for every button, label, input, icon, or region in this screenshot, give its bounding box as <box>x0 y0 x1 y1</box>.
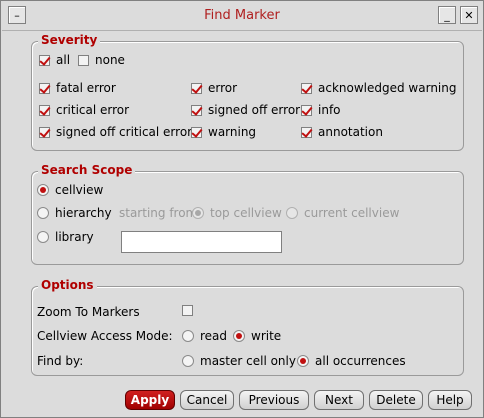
radio-icon <box>233 330 245 342</box>
scope-library-radio[interactable]: library <box>37 230 94 244</box>
options-legend: Options <box>38 278 97 292</box>
access-write-radio[interactable]: write <box>233 329 281 343</box>
delete-button[interactable]: Delete <box>369 390 423 410</box>
radio-icon <box>37 184 49 196</box>
severity-critical-error-checkbox[interactable]: critical error <box>39 103 129 117</box>
check-icon <box>182 305 193 316</box>
title-bar[interactable]: – Find Marker _ ✕ <box>2 2 482 31</box>
severity-error-checkbox[interactable]: error <box>191 81 237 95</box>
severity-signed-off-critical-error-checkbox[interactable]: signed off critical error <box>39 125 192 139</box>
next-button[interactable]: Next <box>314 390 364 410</box>
radio-icon <box>182 330 194 342</box>
find-by-label: Find by: <box>37 354 84 368</box>
zoom-to-markers-label: Zoom To Markers <box>37 305 140 319</box>
severity-fatal-error-checkbox[interactable]: fatal error <box>39 81 116 95</box>
scope-current-cellview-radio[interactable]: current cellview <box>286 206 399 220</box>
zoom-to-markers-checkbox[interactable] <box>182 305 199 316</box>
radio-icon <box>192 207 204 219</box>
find-marker-dialog: – Find Marker _ ✕ Severity all none fata… <box>0 0 484 418</box>
radio-icon <box>297 355 309 367</box>
scope-hierarchy-radio[interactable]: hierarchy <box>37 206 112 220</box>
severity-annotation-checkbox[interactable]: annotation <box>301 125 383 139</box>
cancel-button[interactable]: Cancel <box>180 390 234 410</box>
check-icon <box>301 104 312 116</box>
severity-none-checkbox[interactable]: none <box>78 53 125 67</box>
starting-from-label: starting from: <box>119 206 202 220</box>
check-icon <box>191 104 202 116</box>
scope-cellview-radio[interactable]: cellview <box>37 183 103 197</box>
findby-master-radio[interactable]: master cell only <box>182 354 296 368</box>
severity-signed-off-error-checkbox[interactable]: signed off error <box>191 103 300 117</box>
check-icon <box>301 126 312 138</box>
findby-all-occurrences-radio[interactable]: all occurrences <box>297 354 406 368</box>
check-icon <box>39 126 50 138</box>
access-read-radio[interactable]: read <box>182 329 227 343</box>
check-icon <box>191 82 202 94</box>
radio-icon <box>37 207 49 219</box>
previous-button[interactable]: Previous <box>239 390 309 410</box>
severity-legend: Severity <box>38 33 101 47</box>
check-icon <box>39 54 50 66</box>
radio-icon <box>37 231 49 243</box>
access-mode-label: Cellview Access Mode: <box>37 329 173 343</box>
help-button[interactable]: Help <box>428 390 472 410</box>
radio-icon <box>182 355 194 367</box>
severity-all-checkbox[interactable]: all <box>39 53 70 67</box>
apply-button[interactable]: Apply <box>125 390 175 410</box>
minimize-icon[interactable]: _ <box>438 6 456 24</box>
window-title: Find Marker <box>204 8 280 23</box>
check-icon <box>301 82 312 94</box>
scope-top-cellview-radio[interactable]: top cellview <box>192 206 282 220</box>
check-icon <box>39 82 50 94</box>
severity-acknowledged-warning-checkbox[interactable]: acknowledged warning <box>301 81 456 95</box>
check-icon <box>39 104 50 116</box>
severity-info-checkbox[interactable]: info <box>301 103 341 117</box>
search-scope-legend: Search Scope <box>38 163 136 177</box>
close-icon[interactable]: ✕ <box>460 6 478 24</box>
check-icon <box>191 126 202 138</box>
library-input[interactable] <box>121 231 282 253</box>
check-icon <box>78 54 89 66</box>
radio-icon <box>286 207 298 219</box>
severity-warning-checkbox[interactable]: warning <box>191 125 256 139</box>
